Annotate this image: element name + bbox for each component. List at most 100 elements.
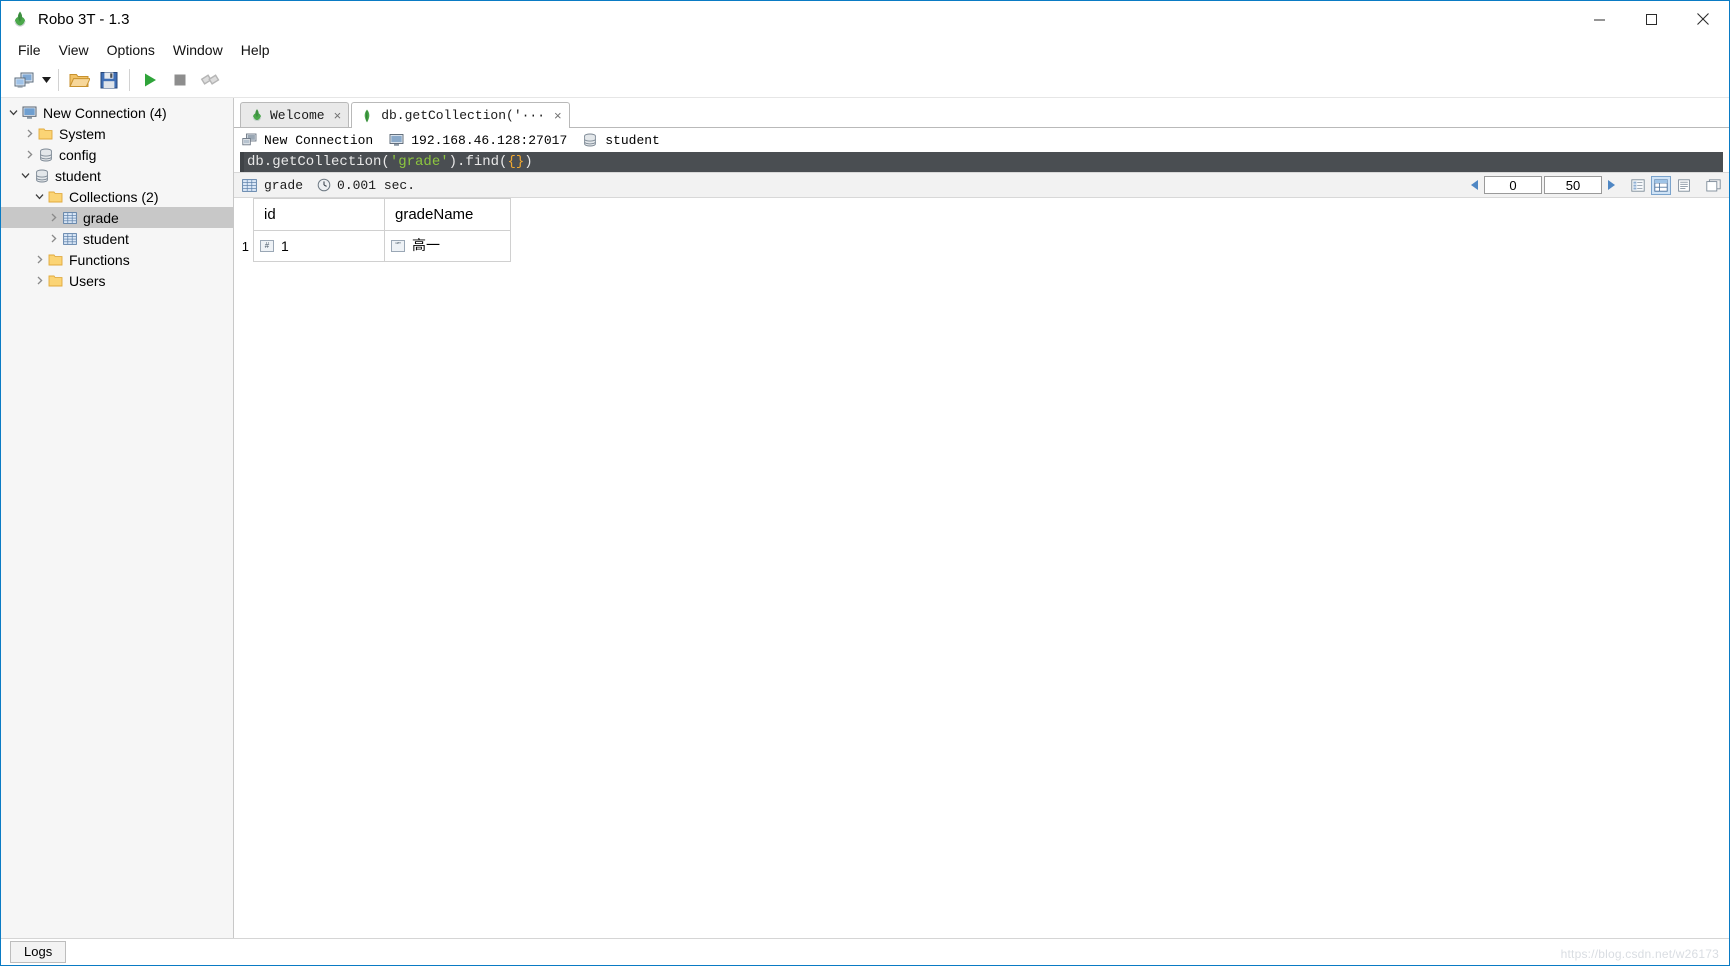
row-index: 1 (234, 230, 254, 262)
tab-welcome[interactable]: Welcome × (240, 102, 350, 127)
row-header-corner (234, 198, 254, 231)
tree-item-users[interactable]: Users (1, 270, 233, 291)
info-host: 192.168.46.128:27017 (389, 133, 567, 148)
connect-button[interactable] (9, 66, 39, 94)
mongo-leaf-icon (361, 109, 375, 123)
title-bar: Robo 3T - 1.3 (1, 1, 1729, 37)
execute-button[interactable] (135, 66, 165, 94)
tree-item-label: Collections (2) (69, 188, 159, 205)
menu-bar: File View Options Window Help (1, 37, 1729, 63)
maximize-button[interactable] (1625, 1, 1677, 37)
string-type-icon: “” (391, 240, 405, 252)
query-prefix: db.getCollection( (247, 154, 390, 170)
tree-item-label: grade (83, 209, 119, 226)
folder-icon (47, 188, 64, 205)
minimize-button[interactable] (1573, 1, 1625, 37)
tree-item-system[interactable]: System (1, 123, 233, 144)
robo3t-window: Robo 3T - 1.3 File View Options Window H… (0, 0, 1730, 966)
watermark-text: https://blog.csdn.net/w26173 (1560, 947, 1719, 961)
tree-item-student-db[interactable]: student (1, 165, 233, 186)
query-editor[interactable]: db.getCollection('grade').find({}) (240, 152, 1723, 172)
text-view-button[interactable] (1674, 176, 1694, 195)
chevron-down-icon[interactable] (17, 165, 33, 186)
tree-item-new-connection[interactable]: New Connection (4) (1, 102, 233, 123)
chevron-down-icon[interactable] (31, 186, 47, 207)
folder-icon (37, 125, 54, 142)
table-view-button[interactable] (1651, 175, 1671, 195)
tree-view-button[interactable] (1628, 176, 1648, 195)
menu-options[interactable]: Options (98, 40, 164, 60)
title-bar-left: Robo 3T - 1.3 (1, 10, 129, 28)
connect-dropdown-chevron-down-icon[interactable] (39, 66, 53, 94)
database-icon (33, 167, 50, 184)
results-table: id gradeName 1 # 1 “” 高一 (234, 198, 511, 262)
cell-value: 高一 (412, 238, 440, 254)
table-row[interactable]: 1 # 1 “” 高一 (234, 230, 511, 262)
connection-tree: New Connection (4) System config student… (1, 98, 233, 291)
orientation-button[interactable] (195, 66, 225, 94)
tree-item-label: student (83, 230, 129, 247)
query-suffix: ) (524, 154, 533, 170)
menu-view[interactable]: View (50, 40, 98, 60)
chevron-right-icon[interactable] (31, 270, 47, 291)
close-button[interactable] (1677, 1, 1729, 37)
chevron-right-icon[interactable] (21, 144, 37, 165)
cell-id[interactable]: # 1 (253, 230, 385, 262)
menu-window[interactable]: Window (164, 40, 232, 60)
chevron-right-icon[interactable] (45, 228, 61, 249)
body-split: New Connection (4) System config student… (1, 98, 1729, 938)
query-text: db.getCollection('grade').find({}) (247, 155, 533, 169)
chevron-right-icon[interactable] (45, 207, 61, 228)
open-script-button[interactable] (64, 66, 94, 94)
editor-gutter (240, 152, 244, 172)
folder-icon (47, 272, 64, 289)
tab-label: db.getCollection('··· (381, 108, 546, 123)
tree-item-functions[interactable]: Functions (1, 249, 233, 270)
cell-gradename[interactable]: “” 高一 (384, 230, 511, 262)
clock-icon (317, 178, 331, 192)
results-toolbar-left: grade 0.001 sec. (242, 178, 415, 192)
tree-item-collection-student[interactable]: student (1, 228, 233, 249)
save-script-button[interactable] (94, 66, 124, 94)
maximize-results-button[interactable] (1703, 176, 1723, 195)
results-table-body: 1 # 1 “” 高一 (234, 230, 511, 262)
robo3t-leaf-logo-icon (250, 108, 264, 122)
menu-help[interactable]: Help (232, 40, 279, 60)
database-icon (583, 133, 598, 148)
menu-file[interactable]: File (9, 40, 50, 60)
tab-strip: Welcome × db.getCollection('··· × (234, 98, 1729, 128)
logs-button[interactable]: Logs (10, 941, 67, 963)
column-header-id[interactable]: id (253, 198, 385, 231)
table-header-row: id gradeName (234, 198, 511, 231)
tree-item-label: Functions (69, 251, 130, 268)
tree-item-label: config (59, 146, 97, 163)
skip-input[interactable]: 0 (1484, 176, 1542, 194)
cell-content: # 1 (260, 239, 384, 253)
explorer-sidebar: New Connection (4) System config student… (1, 98, 234, 938)
next-page-button[interactable] (1603, 176, 1619, 194)
prev-page-button[interactable] (1467, 176, 1483, 194)
grid-icon (242, 178, 257, 192)
results-area: id gradeName 1 # 1 “” 高一 (234, 198, 1729, 938)
close-icon[interactable]: × (554, 109, 562, 122)
main-panel: Welcome × db.getCollection('··· × New Co… (234, 98, 1729, 938)
stop-button[interactable] (165, 66, 195, 94)
tab-query[interactable]: db.getCollection('··· × (351, 102, 570, 128)
tree-item-label: System (59, 125, 106, 142)
column-header-gradename[interactable]: gradeName (384, 198, 511, 231)
tree-item-config[interactable]: config (1, 144, 233, 165)
chevron-right-icon[interactable] (21, 123, 37, 144)
window-title: Robo 3T - 1.3 (38, 10, 130, 28)
limit-input[interactable]: 50 (1544, 176, 1602, 194)
database-name: student (605, 132, 660, 148)
close-icon[interactable]: × (334, 109, 342, 122)
query-braces: {} (507, 154, 525, 170)
chevron-right-icon[interactable] (31, 249, 47, 270)
results-table-head: id gradeName (234, 198, 511, 231)
folder-icon (47, 251, 64, 268)
tree-item-collections[interactable]: Collections (2) (1, 186, 233, 207)
tree-item-collection-grade[interactable]: grade (1, 207, 233, 228)
chevron-down-icon[interactable] (5, 102, 21, 123)
tree-item-label: New Connection (4) (43, 104, 167, 121)
toolbar-separator-2 (129, 69, 130, 91)
